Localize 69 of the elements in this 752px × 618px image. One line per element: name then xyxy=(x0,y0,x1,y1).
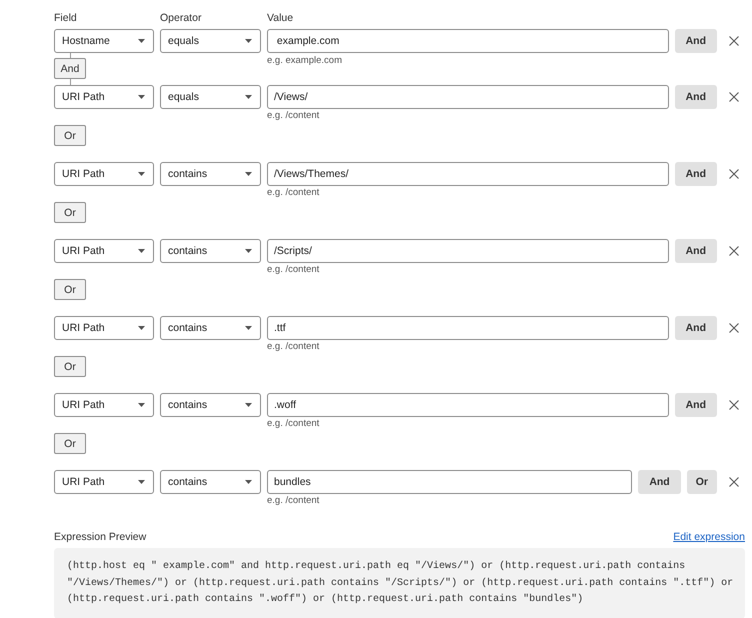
hint-text: e.g. /content xyxy=(267,495,320,507)
caret-down-icon xyxy=(138,39,145,43)
column-header: Field xyxy=(54,11,78,25)
and-button[interactable]: And xyxy=(674,239,717,263)
hint-text: e.g. example.com xyxy=(267,55,342,67)
caret-down-icon xyxy=(138,326,145,330)
and-button[interactable]: And xyxy=(674,162,717,186)
operator-dropdown[interactable]: equals xyxy=(160,29,261,53)
close-icon[interactable] xyxy=(729,246,739,256)
or-button[interactable]: Or xyxy=(686,470,717,494)
caret-down-icon xyxy=(245,249,252,253)
or-connector-button[interactable]: Or xyxy=(54,125,86,146)
column-header: Value xyxy=(267,11,294,25)
value-input[interactable]: bundles xyxy=(267,470,632,494)
value-input[interactable]: /Scripts/ xyxy=(267,239,669,263)
or-connector-button[interactable]: Or xyxy=(54,279,86,300)
operator-dropdown[interactable]: contains xyxy=(160,393,261,417)
close-icon[interactable] xyxy=(729,477,739,487)
value-input[interactable]: example.com xyxy=(267,29,669,53)
caret-down-icon xyxy=(138,403,145,407)
value-input[interactable]: .ttf xyxy=(267,316,669,340)
and-button[interactable]: And xyxy=(674,316,717,340)
field-dropdown[interactable]: URI Path xyxy=(54,470,154,494)
value-input[interactable]: /Views/Themes/ xyxy=(267,162,669,186)
caret-down-icon xyxy=(138,95,145,99)
column-header: Operator xyxy=(160,11,202,25)
hint-text: e.g. /content xyxy=(267,418,320,430)
close-icon[interactable] xyxy=(729,323,739,333)
caret-down-icon xyxy=(245,403,252,407)
close-icon[interactable] xyxy=(729,92,739,102)
expression-preview-label: Expression Preview xyxy=(54,530,146,544)
field-dropdown[interactable]: URI Path xyxy=(54,316,154,340)
field-dropdown[interactable]: URI Path xyxy=(54,393,154,417)
hint-text: e.g. /content xyxy=(267,341,320,353)
caret-down-icon xyxy=(245,326,252,330)
field-dropdown[interactable]: URI Path xyxy=(54,162,154,186)
caret-down-icon xyxy=(245,172,252,176)
caret-down-icon xyxy=(245,39,252,43)
and-button[interactable]: And xyxy=(674,29,717,53)
field-dropdown[interactable]: Hostname xyxy=(54,29,154,53)
operator-dropdown[interactable]: contains xyxy=(160,316,261,340)
field-dropdown[interactable]: URI Path xyxy=(54,239,154,263)
caret-down-icon xyxy=(245,480,252,484)
close-icon[interactable] xyxy=(729,36,739,46)
or-connector-button[interactable]: Or xyxy=(54,356,86,377)
operator-dropdown[interactable]: contains xyxy=(160,162,261,186)
expression-preview-code: (http.host eq " example.com" and http.request.uri.path eq "/Views/") or (http.request.uri.path contains "/Views/Themes/") or (http.request.uri.path contains "/Scripts/") or (http.request.uri.path contains ".ttf") or (http.request.uri.path contains ".woff") or (http.request.uri.path contains "bundles") xyxy=(54,548,745,618)
and-connector-button[interactable]: And xyxy=(54,58,86,79)
close-icon[interactable] xyxy=(729,400,739,410)
caret-down-icon xyxy=(138,480,145,484)
caret-down-icon xyxy=(138,249,145,253)
field-dropdown[interactable]: URI Path xyxy=(54,85,154,109)
value-input[interactable]: .woff xyxy=(267,393,669,417)
operator-dropdown[interactable]: contains xyxy=(160,239,261,263)
edit-expression-link[interactable]: Edit expression xyxy=(673,530,745,544)
and-button[interactable]: And xyxy=(674,85,717,109)
close-icon[interactable] xyxy=(729,169,739,179)
and-button[interactable]: And xyxy=(638,470,681,494)
and-button[interactable]: And xyxy=(674,393,717,417)
hint-text: e.g. /content xyxy=(267,110,320,122)
or-connector-button[interactable]: Or xyxy=(54,433,86,454)
operator-dropdown[interactable]: equals xyxy=(160,85,261,109)
caret-down-icon xyxy=(245,95,252,99)
caret-down-icon xyxy=(138,172,145,176)
operator-dropdown[interactable]: contains xyxy=(160,470,261,494)
or-connector-button[interactable]: Or xyxy=(54,202,86,223)
hint-text: e.g. /content xyxy=(267,264,320,276)
hint-text: e.g. /content xyxy=(267,187,320,199)
value-input[interactable]: /Views/ xyxy=(267,85,669,109)
